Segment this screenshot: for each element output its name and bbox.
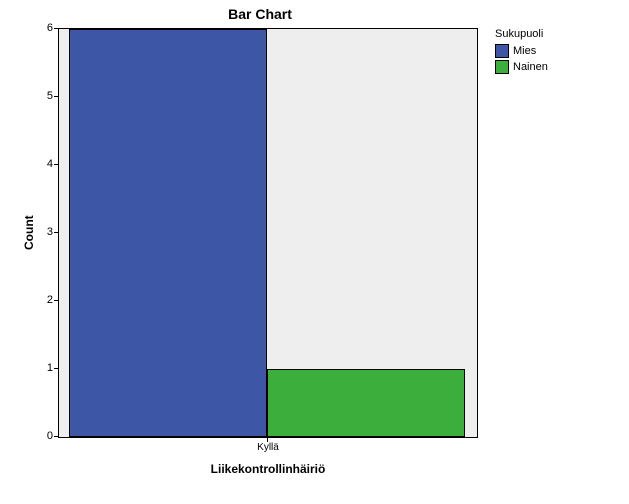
y-tick-mark [54,368,58,369]
y-tick-mark [54,300,58,301]
chart-title: Bar Chart [0,6,520,22]
plot-area [58,28,478,438]
x-tick-label: Kyllä [257,442,279,453]
legend-swatch-mies [495,44,509,58]
legend-label-nainen: Nainen [513,61,548,73]
y-tick-label: 6 [13,22,53,34]
y-axis-label: Count [22,215,36,250]
legend: Sukupuoli Mies Nainen [495,28,548,76]
legend-label-mies: Mies [513,45,536,57]
legend-item-mies: Mies [495,44,548,58]
y-tick-label: 1 [13,362,53,374]
y-tick-label: 0 [13,430,53,442]
legend-swatch-nainen [495,60,509,74]
y-tick-label: 4 [13,158,53,170]
legend-title: Sukupuoli [495,28,548,40]
y-tick-label: 2 [13,294,53,306]
y-tick-mark [54,164,58,165]
legend-item-nainen: Nainen [495,60,548,74]
bar-mies [69,29,267,437]
y-tick-mark [54,436,58,437]
bar-nainen [267,369,465,437]
y-tick-mark [54,28,58,29]
y-tick-mark [54,96,58,97]
y-tick-mark [54,232,58,233]
x-axis-label: Liikekontrollinhäiriö [58,462,478,476]
y-tick-label: 5 [13,90,53,102]
